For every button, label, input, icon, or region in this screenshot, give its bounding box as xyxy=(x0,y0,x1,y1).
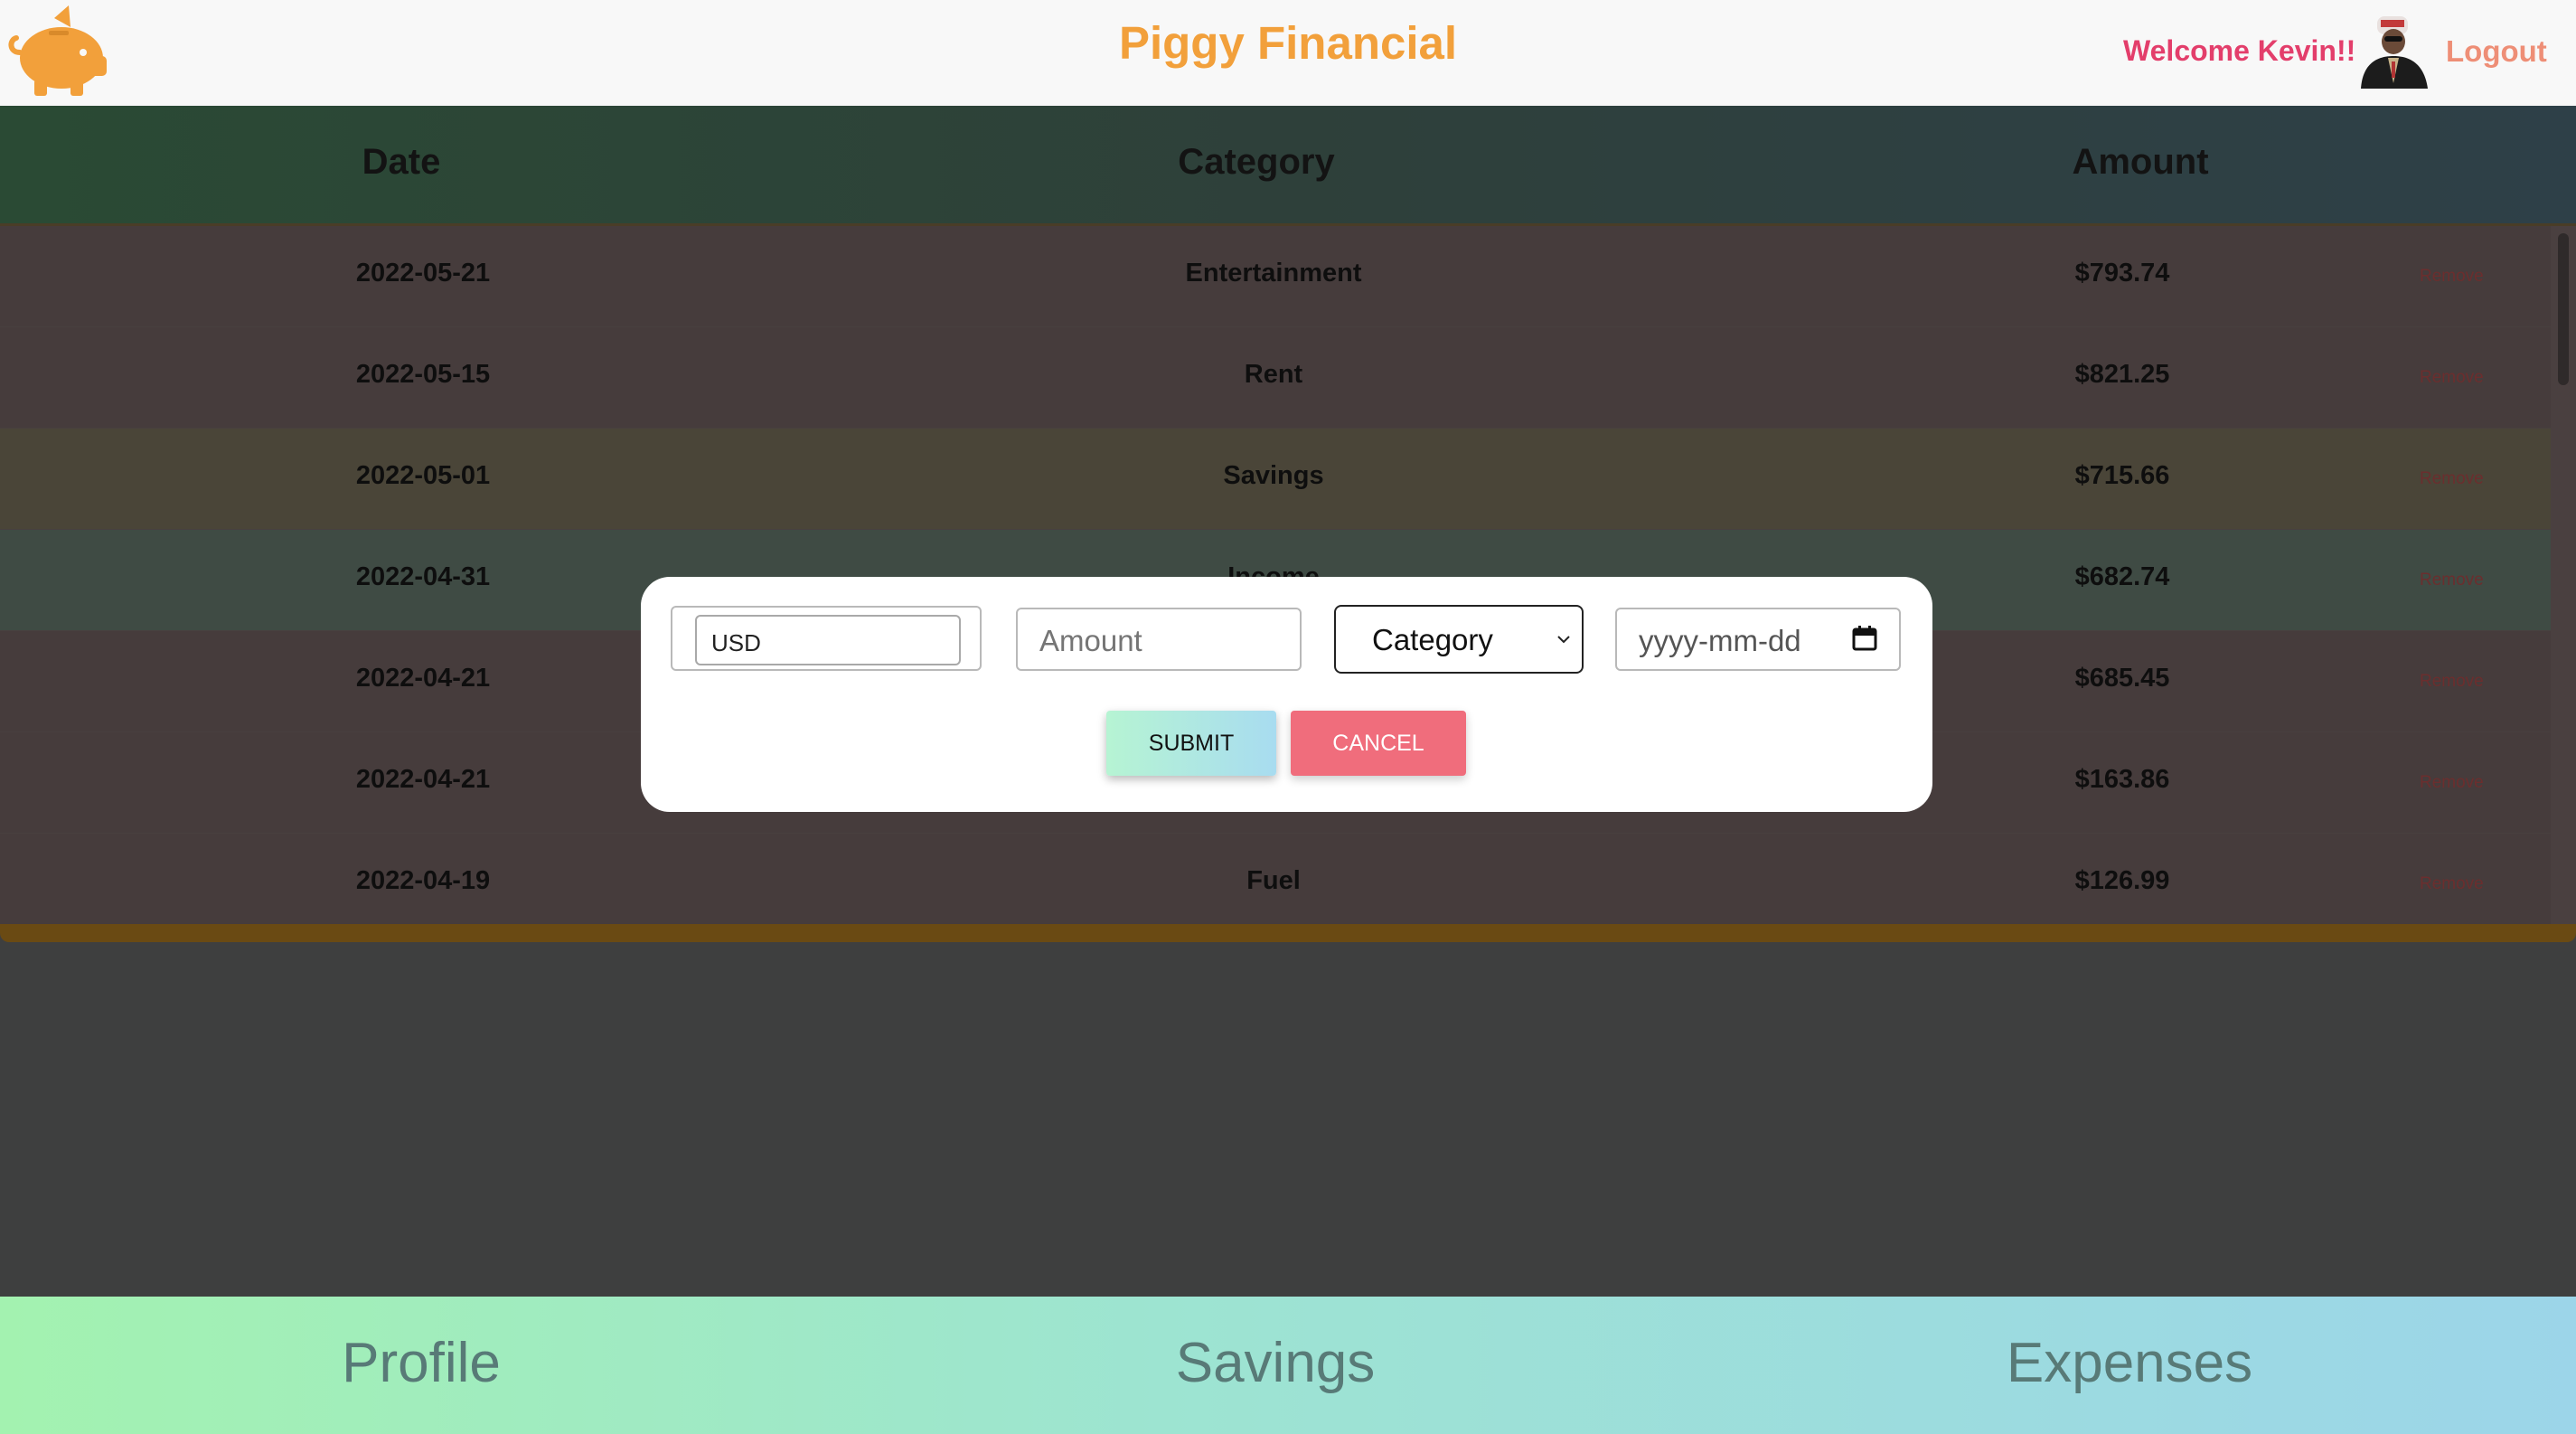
row-category: Entertainment xyxy=(1185,259,1362,288)
welcome-message: Welcome Kevin!! xyxy=(2123,34,2356,67)
remove-button[interactable]: Remove xyxy=(2420,773,2484,793)
scrollbar-thumb[interactable] xyxy=(2558,233,2569,385)
row-date: 2022-04-31 xyxy=(355,562,491,591)
row-amount: $163.86 xyxy=(2074,765,2170,794)
nav-savings[interactable]: Savings xyxy=(1176,1331,1376,1395)
remove-button[interactable]: Remove xyxy=(2420,672,2484,692)
column-header-amount[interactable]: Amount xyxy=(2072,142,2208,183)
row-category: Savings xyxy=(1223,461,1324,490)
table-scrollbar[interactable] xyxy=(2551,226,2576,924)
bottom-nav: Profile Savings Expenses xyxy=(0,1297,2576,1434)
nav-expenses[interactable]: Expenses xyxy=(2007,1331,2252,1395)
row-amount: $682.74 xyxy=(2074,562,2170,591)
user-avatar[interactable] xyxy=(2357,14,2430,89)
table-row: 2022-05-01 Savings $715.66 Remove xyxy=(0,429,2551,530)
cancel-button[interactable]: CANCEL xyxy=(1291,711,1466,776)
table-row: 2022-05-21 Entertainment $793.74 Remove xyxy=(0,226,2551,327)
table-row: 2022-04-19 Fuel $126.99 Remove xyxy=(0,834,2551,924)
row-date: 2022-04-19 xyxy=(355,866,491,895)
row-amount: $715.66 xyxy=(2074,461,2170,490)
add-expense-modal: USD Amount Category yyyy-mm-dd SUBMIT CA… xyxy=(641,577,1932,812)
currency-select-wrapper[interactable]: USD xyxy=(671,606,982,671)
row-amount: $126.99 xyxy=(2074,866,2170,895)
remove-button[interactable]: Remove xyxy=(2420,267,2484,287)
row-amount: $793.74 xyxy=(2074,259,2170,288)
top-header: Piggy Financial Welcome Kevin!! Logout xyxy=(0,0,2576,106)
row-category: Rent xyxy=(1244,360,1303,389)
table-header: Date Category Amount xyxy=(0,106,2576,226)
date-input[interactable]: yyyy-mm-dd xyxy=(1615,608,1901,671)
amount-input[interactable]: Amount xyxy=(1016,608,1302,671)
remove-button[interactable]: Remove xyxy=(2420,874,2484,894)
logout-link[interactable]: Logout xyxy=(2446,34,2547,69)
row-date: 2022-04-21 xyxy=(355,765,491,794)
row-amount: $685.45 xyxy=(2074,664,2170,693)
calendar-icon[interactable] xyxy=(1850,624,1879,653)
table-row: 2022-05-15 Rent $821.25 Remove xyxy=(0,327,2551,429)
row-amount: $821.25 xyxy=(2074,360,2170,389)
row-date: 2022-04-21 xyxy=(355,664,491,693)
date-input-placeholder: yyyy-mm-dd xyxy=(1639,624,1801,657)
row-date: 2022-05-21 xyxy=(355,259,491,288)
category-select-value: Category xyxy=(1372,623,1493,656)
row-date: 2022-05-01 xyxy=(355,461,491,490)
column-header-date[interactable]: Date xyxy=(362,142,441,183)
column-header-category[interactable]: Category xyxy=(1178,142,1334,183)
remove-button[interactable]: Remove xyxy=(2420,469,2484,489)
remove-button[interactable]: Remove xyxy=(2420,368,2484,388)
remove-button[interactable]: Remove xyxy=(2420,571,2484,590)
currency-input[interactable]: USD xyxy=(695,615,961,665)
chevron-down-icon xyxy=(1557,636,1570,644)
row-date: 2022-05-15 xyxy=(355,360,491,389)
submit-button[interactable]: SUBMIT xyxy=(1106,711,1276,776)
nav-profile[interactable]: Profile xyxy=(342,1331,501,1395)
category-select[interactable]: Category xyxy=(1334,605,1584,674)
row-category: Fuel xyxy=(1246,866,1301,895)
